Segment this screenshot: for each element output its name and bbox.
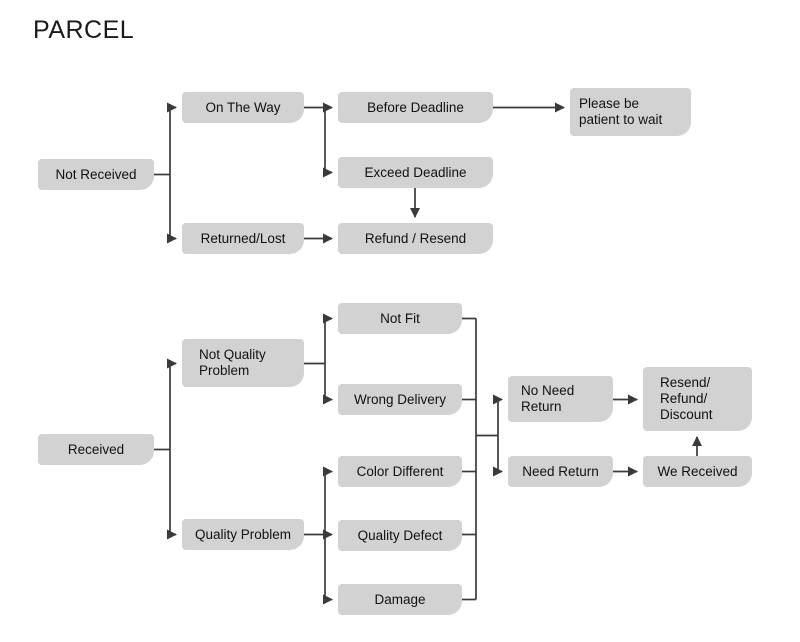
node-label: Before Deadline	[367, 99, 464, 115]
node-label: No Need Return	[521, 383, 575, 414]
node-returned-lost[interactable]: Returned/Lost	[182, 223, 304, 254]
node-label: Color Different	[356, 463, 444, 479]
node-quality-problem[interactable]: Quality Problem	[182, 519, 304, 550]
node-label: Quality Defect	[357, 527, 443, 543]
node-quality-defect[interactable]: Quality Defect	[338, 520, 462, 551]
node-exceed-deadline[interactable]: Exceed Deadline	[338, 157, 493, 188]
node-wrong-delivery[interactable]: Wrong Delivery	[338, 384, 462, 415]
node-label: Resend/ Refund/ Discount	[660, 375, 713, 422]
node-on-the-way[interactable]: On The Way	[182, 92, 304, 123]
node-label: Received	[67, 441, 125, 457]
flowchart-canvas: PARCEL Not Received On The Way Returned/…	[0, 0, 800, 642]
node-label: Please be patient to wait	[579, 96, 663, 127]
node-label: We Received	[657, 463, 738, 479]
node-damage[interactable]: Damage	[338, 584, 462, 615]
page-title: PARCEL	[33, 16, 135, 44]
node-color-different[interactable]: Color Different	[338, 456, 462, 487]
node-before-deadline[interactable]: Before Deadline	[338, 92, 493, 123]
node-label: Need Return	[522, 463, 599, 479]
node-label: Exceed Deadline	[364, 164, 467, 180]
node-please-be-patient-to-wait[interactable]: Please be patient to wait	[570, 88, 691, 136]
node-label: Not Quality Problem	[199, 347, 266, 378]
node-label: Damage	[374, 591, 426, 607]
node-we-received[interactable]: We Received	[643, 456, 752, 487]
node-label: Wrong Delivery	[353, 391, 447, 407]
node-label: Quality Problem	[194, 526, 292, 542]
node-label: Refund / Resend	[364, 230, 467, 246]
node-label: On The Way	[205, 99, 281, 115]
node-received[interactable]: Received	[38, 434, 154, 465]
node-not-quality-problem[interactable]: Not Quality Problem	[182, 339, 304, 387]
node-label: Not Fit	[380, 310, 420, 326]
node-not-fit[interactable]: Not Fit	[338, 303, 462, 334]
node-not-received[interactable]: Not Received	[38, 159, 154, 190]
node-label: Returned/Lost	[200, 230, 286, 246]
node-label: Not Received	[55, 166, 137, 182]
node-need-return[interactable]: Need Return	[508, 456, 613, 487]
node-no-need-return[interactable]: No Need Return	[508, 376, 613, 422]
node-refund-resend[interactable]: Refund / Resend	[338, 223, 493, 254]
node-resend-refund-discount[interactable]: Resend/ Refund/ Discount	[643, 367, 752, 431]
